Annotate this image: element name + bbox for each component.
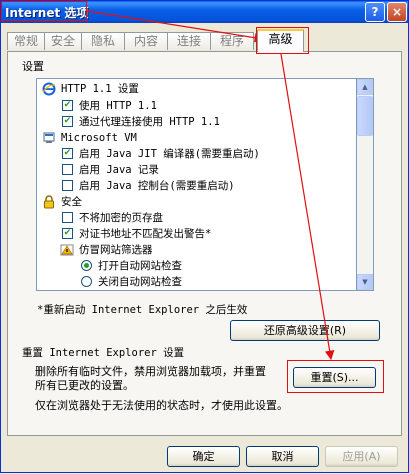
- tab-programs[interactable]: 程序: [210, 32, 254, 50]
- reset-section-title: 重置 Internet Explorer 设置: [22, 347, 185, 359]
- tab-connections[interactable]: 连接: [167, 32, 211, 50]
- checkbox[interactable]: ✔: [62, 100, 73, 111]
- tree-item-label: 打开自动网站检查: [98, 260, 182, 272]
- reset-note: 仅在浏览器处于无法使用的状态时，才使用此设置。: [35, 399, 288, 412]
- close-button[interactable]: ×: [387, 2, 407, 22]
- apply-button[interactable]: 应用(A): [325, 446, 398, 467]
- annotation-reset-button-box: [287, 360, 384, 393]
- java-icon: [43, 132, 55, 143]
- reset-description-line2: 所有已更改的设置。: [35, 379, 134, 392]
- tab-privacy[interactable]: 隐私: [81, 32, 125, 50]
- checkbox[interactable]: ✔: [62, 228, 73, 239]
- ie-icon: [42, 82, 56, 96]
- internet-options-window: Internet 选项 ? × 常规 安全 隐私 内容 连接 程序 高级 设置 …: [0, 0, 409, 473]
- help-button[interactable]: ?: [365, 2, 385, 22]
- tree-item-label: 启用 Java 记录: [79, 164, 159, 176]
- restore-advanced-settings-button[interactable]: 还原高级设置(R): [230, 320, 380, 341]
- tree-scrollbar[interactable]: ▲ ▼: [357, 78, 374, 291]
- scroll-up-icon[interactable]: ▲: [357, 79, 373, 95]
- tree-item-label: 对证书地址不匹配发出警告*: [79, 228, 212, 240]
- checkbox[interactable]: ✔: [62, 148, 73, 159]
- checkbox[interactable]: [62, 180, 73, 191]
- settings-tree[interactable]: HTTP 1.1 设置 ✔ 使用 HTTP 1.1 ✔ 通过代理连接使用 HTT…: [36, 78, 357, 291]
- tree-group-label: Microsoft VM: [61, 132, 137, 144]
- scroll-thumb[interactable]: [357, 96, 373, 136]
- scroll-down-icon[interactable]: ▼: [357, 274, 373, 290]
- restart-note: *重新启动 Internet Explorer 之后生效: [37, 304, 248, 316]
- cancel-button[interactable]: 取消: [246, 446, 319, 467]
- checkbox[interactable]: ✔: [62, 116, 73, 127]
- tree-group-label: 安全: [61, 196, 82, 208]
- ok-button[interactable]: 确定: [167, 446, 240, 467]
- radio-button[interactable]: [81, 260, 92, 271]
- checkbox[interactable]: [62, 212, 73, 223]
- checkbox[interactable]: [62, 164, 73, 175]
- settings-label: 设置: [22, 60, 44, 73]
- tree-group-label: HTTP 1.1 设置: [61, 83, 139, 95]
- tab-content[interactable]: 内容: [124, 32, 168, 50]
- tree-item-label: 仿冒网站筛选器: [79, 244, 153, 256]
- tab-security[interactable]: 安全: [44, 32, 82, 50]
- tab-general[interactable]: 常规: [7, 32, 45, 50]
- tree-item-label: 启用 Java JIT 编译器(需要重启动): [79, 148, 260, 160]
- tree-item-label: 关闭自动网站检查: [98, 276, 182, 288]
- tree-item-label: 不将加密的页存盘: [79, 212, 163, 224]
- lock-icon: [44, 195, 54, 209]
- tree-item-label: 通过代理连接使用 HTTP 1.1: [79, 116, 220, 128]
- annotation-title-box: [1, 1, 87, 21]
- tree-item-label: 启用 Java 控制台(需要重启动): [79, 180, 235, 192]
- tab-advanced[interactable]: 高级: [257, 29, 304, 52]
- phishing-filter-icon: [60, 244, 74, 256]
- radio-button[interactable]: [81, 276, 92, 287]
- tree-item-label: 使用 HTTP 1.1: [79, 100, 157, 112]
